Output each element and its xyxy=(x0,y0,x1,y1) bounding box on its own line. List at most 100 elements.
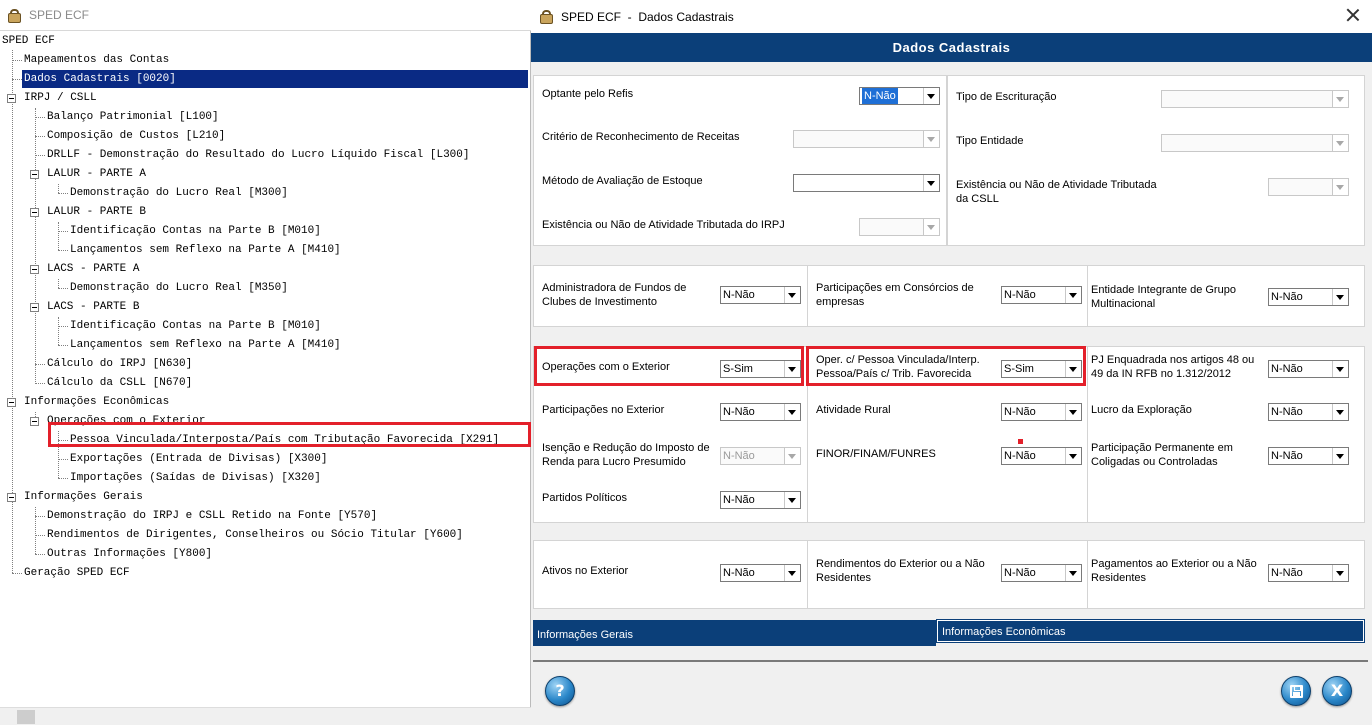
part-permanente-select[interactable]: N-Não xyxy=(1268,447,1349,465)
partidos-politicos-label: Partidos Políticos xyxy=(542,492,627,504)
tree-node-label: Identificação Contas na Parte B [M010] xyxy=(70,320,321,332)
tree-node-group[interactable]: LACS - PARTE B xyxy=(45,298,141,316)
collapse-toggle[interactable] xyxy=(30,265,39,274)
tree-connector xyxy=(12,60,22,61)
tree-node-label: Informações Econômicas xyxy=(24,396,170,408)
consorcios-value: N-Não xyxy=(1004,289,1036,301)
atividade-rural-select[interactable]: N-Não xyxy=(1001,403,1082,421)
chevron-down-icon xyxy=(1065,448,1081,464)
scrollbar-thumb[interactable] xyxy=(17,710,35,724)
criterio-select[interactable] xyxy=(793,130,940,148)
tree-node-group[interactable]: Informações Econômicas xyxy=(22,393,171,411)
collapse-toggle[interactable] xyxy=(30,303,39,312)
tree-node[interactable]: Cálculo do IRPJ [N630] xyxy=(45,355,194,373)
section-fundos-panel: Administradora de Fundos de Clubes de In… xyxy=(533,265,1365,327)
consorcios-select[interactable]: N-Não xyxy=(1001,286,1082,304)
tree-node-label: LACS - PARTE B xyxy=(47,301,140,313)
tipo-entidade-select[interactable] xyxy=(1161,134,1349,152)
grupo-multinacional-value: N-Não xyxy=(1271,291,1303,303)
navigation-tree: SPED ECF Mapeamentos das Contas Dados Ca… xyxy=(0,32,531,707)
collapse-toggle[interactable] xyxy=(7,493,16,502)
tree-node[interactable]: Lançamentos sem Reflexo na Parte A [M410… xyxy=(68,241,343,259)
tree-node[interactable]: Mapeamentos das Contas xyxy=(22,51,171,69)
pj-enquadrada-select[interactable]: N-Não xyxy=(1268,360,1349,378)
chevron-down-icon xyxy=(784,565,800,581)
tree-node-selected[interactable]: Dados Cadastrais [0020] xyxy=(22,70,530,88)
ativos-exterior-label: Ativos no Exterior xyxy=(542,565,629,577)
tipo-escrituracao-select[interactable] xyxy=(1161,90,1349,108)
tree-node-label: Importações (Saídas de Divisas) [X320] xyxy=(70,472,321,484)
finor-select[interactable]: N-Não xyxy=(1001,447,1082,465)
chevron-down-icon xyxy=(923,219,939,235)
chevron-down-icon xyxy=(784,492,800,508)
tree-node-label: Demonstração do Lucro Real [M300] xyxy=(70,187,288,199)
tree-node[interactable]: Lançamentos sem Reflexo na Parte A [M410… xyxy=(68,336,343,354)
dados-cadastrais-dialog: SPED ECF - Dados Cadastrais Dados Cadast… xyxy=(531,0,1372,725)
ativos-exterior-select[interactable]: N-Não xyxy=(720,564,801,582)
tree-node[interactable]: Outras Informações [Y800] xyxy=(45,545,214,563)
finor-label: FINOR/FINAM/FUNRES xyxy=(816,448,936,460)
tree-node[interactable]: Rendimentos de Dirigentes, Conselheiros … xyxy=(45,526,465,544)
collapse-toggle[interactable] xyxy=(7,94,16,103)
tree-node-label: Cálculo do IRPJ [N630] xyxy=(47,358,193,370)
chevron-down-icon xyxy=(1332,361,1348,377)
rendimentos-exterior-select[interactable]: N-Não xyxy=(1001,564,1082,582)
adm-fundos-select[interactable]: N-Não xyxy=(720,286,801,304)
tree-node-group[interactable]: LALUR - PARTE A xyxy=(45,165,148,183)
close-icon[interactable] xyxy=(1346,8,1360,22)
lucro-exploracao-select[interactable]: N-Não xyxy=(1268,403,1349,421)
chevron-down-icon xyxy=(784,287,800,303)
tree-node-group[interactable]: LACS - PARTE A xyxy=(45,260,141,278)
tree-node[interactable]: Identificação Contas na Parte B [M010] xyxy=(68,317,323,335)
divider xyxy=(807,266,808,326)
close-button[interactable]: X xyxy=(1322,676,1352,706)
tree-node-group[interactable]: LALUR - PARTE B xyxy=(45,203,148,221)
part-exterior-select[interactable]: N-Não xyxy=(720,403,801,421)
collapse-toggle[interactable] xyxy=(7,398,16,407)
tab-informacoes-economicas[interactable]: Informações Econômicas xyxy=(936,619,1365,643)
app-briefcase-icon xyxy=(538,8,555,25)
collapse-toggle[interactable] xyxy=(30,208,39,217)
chevron-down-icon xyxy=(1332,135,1348,151)
collapse-toggle[interactable] xyxy=(30,417,39,426)
tree-node-group[interactable]: IRPJ / CSLL xyxy=(22,89,99,107)
pagamentos-exterior-select[interactable]: N-Não xyxy=(1268,564,1349,582)
tree-node[interactable]: Composição de Custos [L210] xyxy=(45,127,227,145)
collapse-toggle[interactable] xyxy=(30,170,39,179)
exist-csll-select[interactable] xyxy=(1268,178,1349,196)
tree-node[interactable]: Demonstração do Lucro Real [M350] xyxy=(68,279,290,297)
exist-irpj-select[interactable] xyxy=(859,218,940,236)
tree-node[interactable]: Identificação Contas na Parte B [M010] xyxy=(68,222,323,240)
tree-node[interactable]: Exportações (Entrada de Divisas) [X300] xyxy=(68,450,329,468)
refis-select[interactable]: N-Não xyxy=(859,87,940,105)
horizontal-scrollbar[interactable] xyxy=(0,707,531,725)
chevron-down-icon xyxy=(1065,565,1081,581)
help-button[interactable]: ? xyxy=(545,676,575,706)
tree-node[interactable]: Demonstração do IRPJ e CSLL Retido na Fo… xyxy=(45,507,379,525)
part-exterior-value: N-Não xyxy=(723,406,755,418)
tree-node-group[interactable]: Informações Gerais xyxy=(22,488,145,506)
tree-connector xyxy=(12,79,22,80)
tree-node-root[interactable]: SPED ECF xyxy=(0,32,57,50)
desktop: SPED ECF SPED ECF Mapeamentos das Contas… xyxy=(0,0,1372,725)
grupo-multinacional-select[interactable]: N-Não xyxy=(1268,288,1349,306)
save-button[interactable] xyxy=(1281,676,1311,706)
tree-connector xyxy=(58,459,68,460)
tab-informacoes-gerais[interactable]: Informações Gerais xyxy=(533,620,936,646)
tree-node[interactable]: Cálculo da CSLL [N670] xyxy=(45,374,194,392)
criterio-label: Critério de Reconhecimento de Receitas xyxy=(542,131,740,143)
page-title: Dados Cadastrais xyxy=(531,33,1372,62)
tree-node[interactable]: Demonstração do Lucro Real [M300] xyxy=(68,184,290,202)
tree-node[interactable]: Importações (Saídas de Divisas) [X320] xyxy=(68,469,323,487)
consorcios-label: Participações em Consórcios de empresas xyxy=(816,282,974,308)
tree-node[interactable]: Balanço Patrimonial [L100] xyxy=(45,108,221,126)
tree-connector xyxy=(58,231,68,232)
tree-node[interactable]: Geração SPED ECF xyxy=(22,564,132,582)
part-exterior-label: Participações no Exterior xyxy=(542,404,665,416)
atividade-rural-value: N-Não xyxy=(1004,406,1036,418)
isencao-reducao-select[interactable]: N-Não xyxy=(720,447,801,465)
metodo-select[interactable] xyxy=(793,174,940,192)
tree-connector xyxy=(35,155,45,156)
partidos-politicos-select[interactable]: N-Não xyxy=(720,491,801,509)
tree-node[interactable]: DRLLF - Demonstração do Resultado do Luc… xyxy=(45,146,471,164)
